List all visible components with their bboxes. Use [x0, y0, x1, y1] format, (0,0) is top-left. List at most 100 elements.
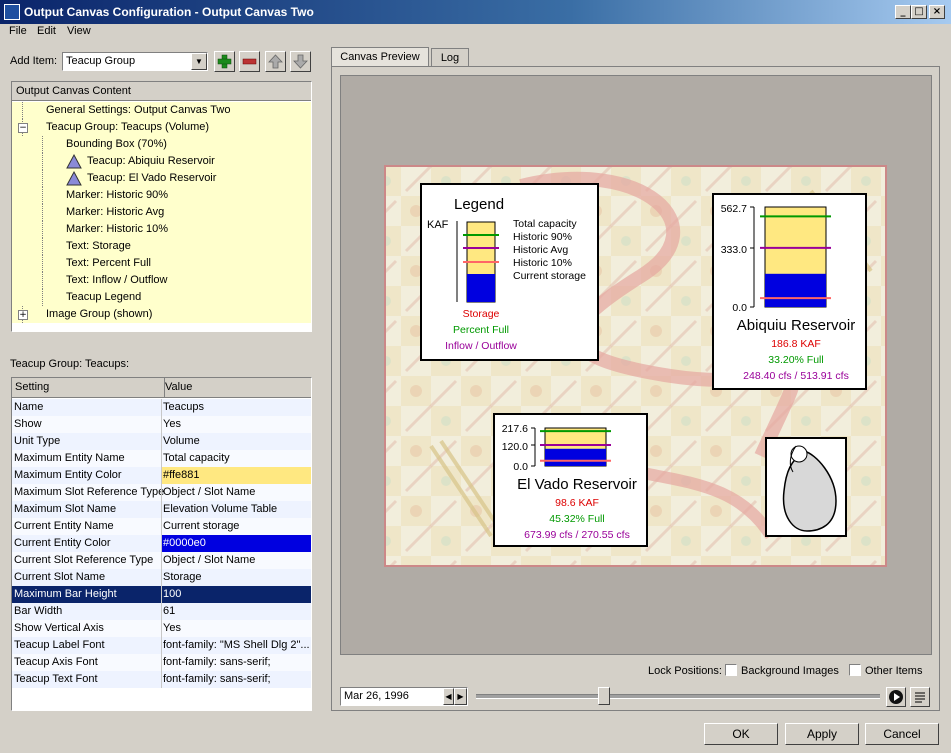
setting-value[interactable]: Elevation Volume Table — [163, 501, 277, 518]
time-slider-track[interactable] — [476, 694, 880, 699]
settings-row[interactable]: Current Slot Name Storage — [12, 569, 311, 586]
title-bar: Output Canvas Configuration - Output Can… — [0, 0, 951, 24]
expand-icon[interactable]: + — [18, 310, 28, 320]
cancel-button[interactable]: Cancel — [865, 723, 939, 745]
column-header-value[interactable]: Value — [165, 378, 192, 397]
settings-row[interactable]: Maximum Bar Height 100 — [12, 586, 311, 603]
tree-item[interactable]: Teacup Legend — [12, 289, 311, 306]
tree-item[interactable]: + Image Group (shown) — [12, 306, 311, 323]
date-spinner[interactable]: Mar 26, 1996 ◀ ▶ — [340, 687, 468, 706]
tree-connector — [42, 221, 43, 238]
tree-item-label: Bounding Box (70%) — [66, 138, 167, 150]
setting-value[interactable]: 100 — [163, 586, 181, 603]
settings-row[interactable]: Show Yes — [12, 416, 311, 433]
settings-row[interactable]: Name Teacups — [12, 399, 311, 416]
add-button[interactable] — [214, 51, 235, 72]
chevron-down-icon[interactable]: ▼ — [191, 53, 207, 70]
tree-item-label: Marker: Historic 90% — [66, 189, 169, 201]
tree-item[interactable]: Text: Inflow / Outflow — [12, 272, 311, 289]
apply-button[interactable]: Apply — [785, 723, 859, 745]
legend-item-h10: Historic 10% — [513, 257, 572, 269]
date-next-icon[interactable]: ▶ — [454, 688, 467, 705]
settings-row[interactable]: Maximum Entity Color #ffe881 — [12, 467, 311, 484]
settings-row[interactable]: Show Vertical Axis Yes — [12, 620, 311, 637]
legend-unit: KAF — [427, 219, 449, 231]
tree-item[interactable]: General Settings: Output Canvas Two — [12, 102, 311, 119]
close-icon[interactable]: × — [929, 5, 945, 19]
tree-connector — [22, 102, 23, 119]
minimize-icon[interactable]: _ — [895, 5, 911, 19]
setting-value[interactable]: Total capacity — [163, 450, 230, 467]
options-button[interactable] — [910, 687, 930, 707]
elvado-tick-avg: 120.0 — [502, 441, 528, 453]
teacup-el-vado[interactable]: 217.6 120.0 0.0 El Vado Reservoir 98.6 K… — [493, 413, 648, 547]
settings-row[interactable]: Maximum Slot Reference Type Object / Slot… — [12, 484, 311, 501]
setting-name: Show — [14, 418, 42, 430]
ok-button[interactable]: OK — [704, 723, 778, 745]
tree-item[interactable]: Text: Storage — [12, 238, 311, 255]
setting-value[interactable]: 61 — [163, 603, 175, 620]
setting-value[interactable]: font-family: sans-serif; — [163, 654, 271, 671]
setting-value[interactable]: Yes — [163, 416, 181, 433]
settings-row[interactable]: Unit Type Volume — [12, 433, 311, 450]
tab-canvas-preview[interactable]: Canvas Preview — [331, 47, 429, 67]
setting-value[interactable]: Object / Slot Name — [163, 484, 255, 501]
tree-item[interactable]: Marker: Historic 10% — [12, 221, 311, 238]
settings-row[interactable]: Maximum Entity Name Total capacity — [12, 450, 311, 467]
setting-value[interactable]: #0000e0 — [163, 535, 206, 552]
lock-background-checkbox[interactable] — [725, 664, 737, 676]
tab-log[interactable]: Log — [431, 48, 469, 67]
image-item[interactable] — [765, 437, 847, 537]
abiquiu-tick-avg: 333.0 — [721, 244, 747, 256]
setting-value[interactable]: font-family: sans-serif; — [163, 671, 271, 688]
setting-value[interactable]: font-family: "MS Shell Dlg 2"... — [163, 637, 310, 654]
teacup-abiquiu[interactable]: 562.7 333.0 0.0 Abiquiu Reservoir 186.8 … — [712, 193, 867, 390]
settings-row[interactable]: Teacup Label Font font-family: "MS Shell … — [12, 637, 311, 654]
collapse-icon[interactable]: − — [18, 123, 28, 133]
setting-value[interactable]: Storage — [163, 569, 202, 586]
settings-row[interactable]: Current Slot Reference Type Object / Slot… — [12, 552, 311, 569]
settings-row[interactable]: Maximum Slot Name Elevation Volume Table — [12, 501, 311, 518]
abiquiu-name: Abiquiu Reservoir — [737, 317, 855, 334]
settings-row[interactable]: Bar Width 61 — [12, 603, 311, 620]
maximize-icon[interactable]: □ — [911, 5, 927, 19]
elvado-percent: 45.32% Full — [549, 513, 604, 525]
setting-value[interactable]: Current storage — [163, 518, 239, 535]
menu-view[interactable]: View — [67, 25, 91, 37]
date-value: Mar 26, 1996 — [344, 690, 409, 702]
tree-connector — [42, 136, 43, 153]
setting-value[interactable]: Object / Slot Name — [163, 552, 255, 569]
play-icon — [889, 690, 903, 704]
setting-value[interactable]: Volume — [163, 433, 200, 450]
menu-file[interactable]: File — [9, 25, 27, 37]
move-down-button[interactable] — [290, 51, 311, 72]
tree-item[interactable]: Text: Percent Full — [12, 255, 311, 272]
menu-bar: File Edit View — [0, 24, 951, 40]
elvado-flow: 673.99 cfs / 270.55 cfs — [524, 529, 630, 541]
settings-row[interactable]: Teacup Text Font font-family: sans-serif; — [12, 671, 311, 688]
play-button[interactable] — [886, 687, 906, 707]
setting-value[interactable]: Teacups — [163, 399, 204, 416]
settings-row[interactable]: Teacup Axis Font font-family: sans-serif; — [12, 654, 311, 671]
date-prev-icon[interactable]: ◀ — [443, 688, 454, 705]
setting-value[interactable]: #ffe881 — [163, 467, 200, 484]
tree-item[interactable]: Marker: Historic Avg — [12, 204, 311, 221]
tree-item[interactable]: Marker: Historic 90% — [12, 187, 311, 204]
lock-other-checkbox[interactable] — [849, 664, 861, 676]
tree-item[interactable]: Teacup: El Vado Reservoir — [12, 170, 311, 187]
menu-edit[interactable]: Edit — [37, 25, 56, 37]
tree-connector — [42, 272, 43, 289]
settings-row[interactable]: Current Entity Color #0000e0 — [12, 535, 311, 552]
legend-item-avg: Historic Avg — [513, 244, 568, 256]
column-header-setting[interactable]: Setting — [12, 378, 165, 397]
tree-item[interactable]: Bounding Box (70%) — [12, 136, 311, 153]
add-item-select[interactable]: Teacup Group ▼ — [62, 52, 208, 71]
setting-value[interactable]: Yes — [163, 620, 181, 637]
tree-item[interactable]: Teacup: Abiquiu Reservoir — [12, 153, 311, 170]
settings-row[interactable]: Current Entity Name Current storage — [12, 518, 311, 535]
tree-item[interactable]: − Teacup Group: Teacups (Volume) — [12, 119, 311, 136]
remove-button[interactable] — [239, 51, 260, 72]
time-slider-thumb[interactable] — [598, 687, 610, 705]
move-up-button[interactable] — [265, 51, 286, 72]
column-divider — [161, 603, 162, 620]
